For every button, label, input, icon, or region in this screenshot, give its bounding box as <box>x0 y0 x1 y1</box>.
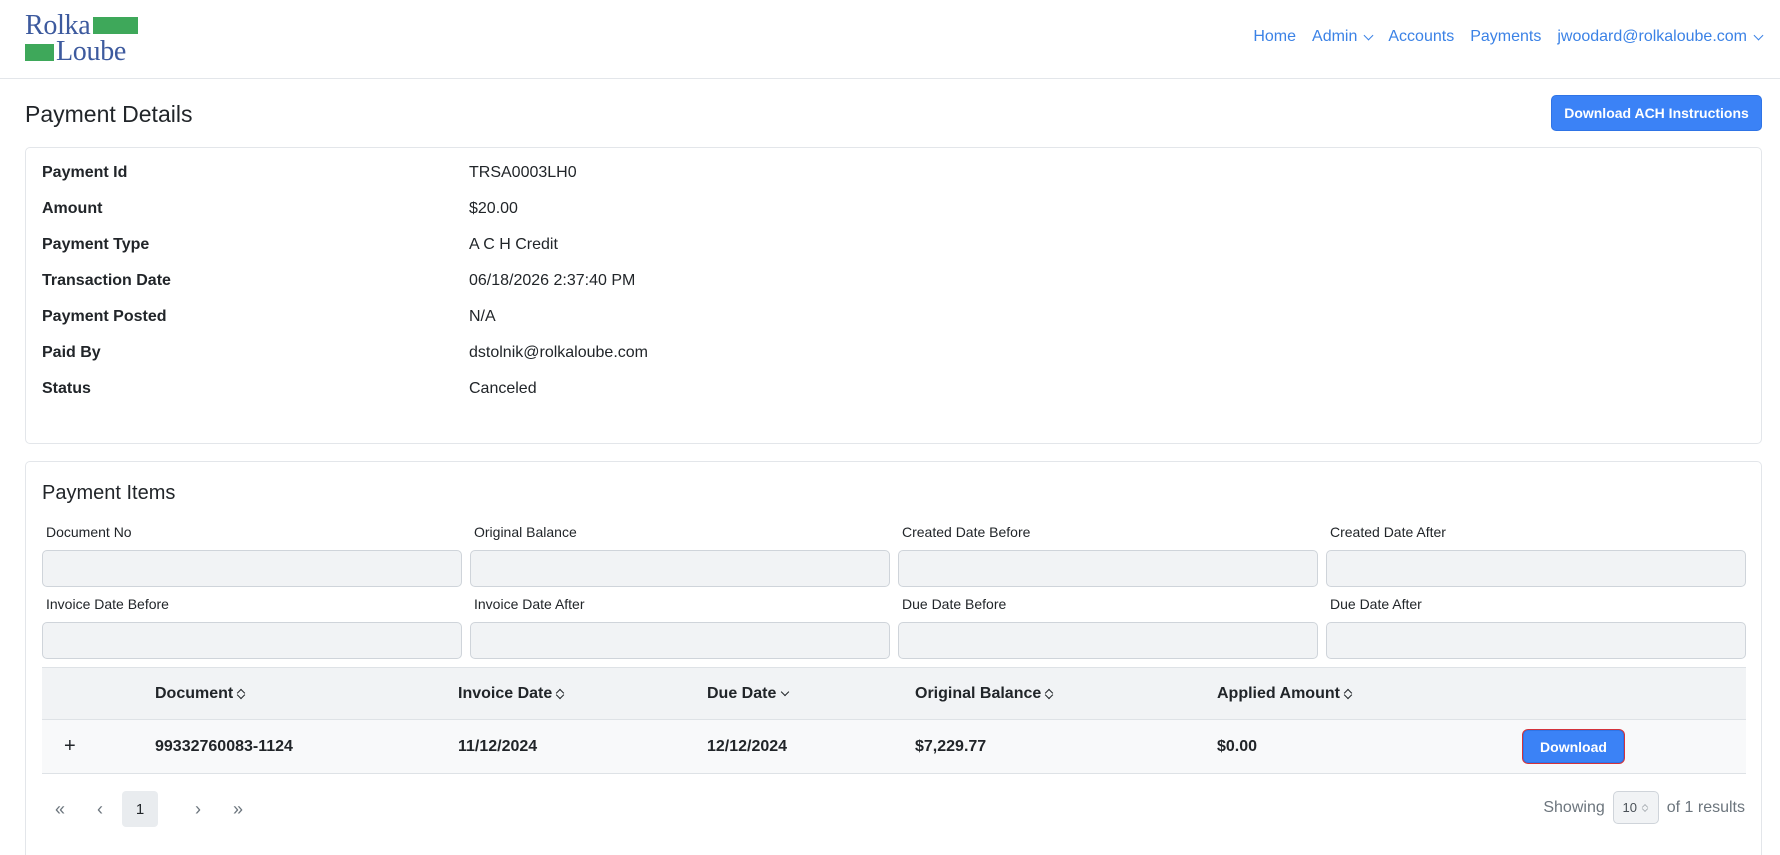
detail-row-paid-by: Paid By dstolnik@rolkaloube.com <box>42 344 1742 368</box>
logo-block-bottom <box>25 44 54 61</box>
cell-original-balance: $7,229.77 <box>915 738 987 755</box>
status-value: Canceled <box>469 380 537 397</box>
column-header-label: Document <box>155 685 234 702</box>
filter-label: Invoice Date Before <box>46 596 169 612</box>
document-no-input[interactable] <box>42 550 462 587</box>
detail-value: N/A <box>469 308 496 325</box>
results-count-label: of 1 results <box>1666 798 1745 816</box>
detail-value: $20.00 <box>469 200 518 217</box>
top-navbar: Rolka Loube Home Admin Accounts Payments… <box>0 0 1780 79</box>
column-header-label: Invoice Date <box>458 685 553 702</box>
sort-descending-icon <box>781 687 790 697</box>
nav-user-dropdown[interactable]: jwoodard@rolkaloube.com <box>1557 28 1764 46</box>
created-date-after-input[interactable] <box>1326 550 1746 587</box>
nav-payments[interactable]: Payments <box>1470 28 1541 46</box>
detail-label: Payment Id <box>42 164 128 181</box>
filter-label: Due Date Before <box>902 596 1007 612</box>
last-page-button[interactable]: » <box>220 791 256 827</box>
column-header-label: Due Date <box>707 685 777 702</box>
table-row: + 99332760083-1124 11/12/2024 12/12/2024… <box>42 720 1746 774</box>
column-header-original-balance[interactable]: Original Balance <box>915 685 1053 703</box>
column-header-due-date[interactable]: Due Date <box>707 685 790 703</box>
column-header-invoice-date[interactable]: Invoice Date <box>458 685 564 703</box>
payment-items-card: Payment Items Document No Original Balan… <box>25 461 1762 855</box>
cell-document: 99332760083-1124 <box>155 738 293 755</box>
previous-page-button[interactable]: ‹ <box>82 791 118 827</box>
pagination: « ‹ 1 › » <box>42 791 260 827</box>
cell-due-date: 12/12/2024 <box>707 738 788 755</box>
invoice-date-after-input[interactable] <box>470 622 890 659</box>
payment-details-card: Payment Id TRSA0003LH0 Amount $20.00 Pay… <box>25 147 1762 444</box>
main-nav: Home Admin Accounts Payments jwoodard@ro… <box>1237 28 1764 46</box>
logo-text-line2: Loube <box>56 36 127 67</box>
nav-accounts[interactable]: Accounts <box>1388 28 1454 46</box>
download-ach-instructions-button[interactable]: Download ACH Instructions <box>1551 95 1762 131</box>
page-button-current[interactable]: 1 <box>122 791 158 827</box>
nav-user-label: jwoodard@rolkaloube.com <box>1557 28 1747 45</box>
chevron-down-icon <box>1363 30 1374 40</box>
detail-label: Transaction Date <box>42 272 171 289</box>
column-header-document[interactable]: Document <box>155 685 245 703</box>
sort-icon <box>1045 688 1053 700</box>
filter-label: Created Date Before <box>902 524 1031 540</box>
detail-value: TRSA0003LH0 <box>469 164 577 181</box>
select-arrows-icon <box>1642 803 1648 812</box>
first-page-button[interactable]: « <box>42 791 78 827</box>
sort-icon <box>237 688 245 700</box>
brand-logo[interactable]: Rolka Loube <box>25 12 140 67</box>
detail-label: Amount <box>42 200 103 217</box>
detail-label: Payment Posted <box>42 308 167 325</box>
detail-label: Paid By <box>42 344 101 361</box>
column-header-applied-amount[interactable]: Applied Amount <box>1217 685 1352 703</box>
detail-label: Status <box>42 380 91 397</box>
section-title: Payment Items <box>42 482 176 504</box>
detail-value: dstolnik@rolkaloube.com <box>469 344 648 361</box>
detail-label: Payment Type <box>42 236 150 253</box>
detail-value: 06/18/2026 2:37:40 PM <box>469 272 636 289</box>
detail-row-payment-type: Payment Type A C H Credit <box>42 236 1742 260</box>
expand-row-button[interactable]: + <box>64 735 76 758</box>
filter-label: Document No <box>46 524 132 540</box>
cell-invoice-date: 11/12/2024 <box>458 738 538 755</box>
column-header-label: Original Balance <box>915 685 1042 702</box>
original-balance-input[interactable] <box>470 550 890 587</box>
sort-icon <box>1344 688 1352 700</box>
table-header: Document Invoice Date Due Date Original … <box>42 667 1746 720</box>
detail-row-transaction-date: Transaction Date 06/18/2026 2:37:40 PM <box>42 272 1742 296</box>
cell-applied-amount: $0.00 <box>1217 738 1258 755</box>
invoice-date-before-input[interactable] <box>42 622 462 659</box>
filter-label: Invoice Date After <box>474 596 585 612</box>
created-date-before-input[interactable] <box>898 550 1318 587</box>
page-size-select[interactable]: 10 <box>1612 791 1659 824</box>
page-size-value: 10 <box>1622 800 1637 815</box>
detail-row-payment-id: Payment Id TRSA0003LH0 <box>42 164 1742 188</box>
nav-admin-label: Admin <box>1312 28 1358 45</box>
nav-home[interactable]: Home <box>1253 28 1296 46</box>
detail-row-status: Status Canceled <box>42 380 1742 404</box>
logo-block-top <box>93 17 138 34</box>
next-page-button[interactable]: › <box>180 791 216 827</box>
download-button[interactable]: Download <box>1523 730 1624 763</box>
chevron-down-icon <box>1753 30 1764 40</box>
column-header-label: Applied Amount <box>1217 685 1340 702</box>
filter-label: Original Balance <box>474 524 577 540</box>
page-title: Payment Details <box>25 101 193 127</box>
due-date-after-input[interactable] <box>1326 622 1746 659</box>
detail-row-payment-posted: Payment Posted N/A <box>42 308 1742 332</box>
detail-row-amount: Amount $20.00 <box>42 200 1742 224</box>
sort-icon <box>556 688 564 700</box>
nav-admin-dropdown[interactable]: Admin <box>1312 28 1374 46</box>
filter-label: Due Date After <box>1330 596 1422 612</box>
due-date-before-input[interactable] <box>898 622 1318 659</box>
results-summary: Showing 10 of 1 results <box>1543 791 1745 824</box>
filter-label: Created Date After <box>1330 524 1446 540</box>
detail-value: A C H Credit <box>469 236 558 253</box>
showing-label: Showing <box>1543 798 1605 816</box>
